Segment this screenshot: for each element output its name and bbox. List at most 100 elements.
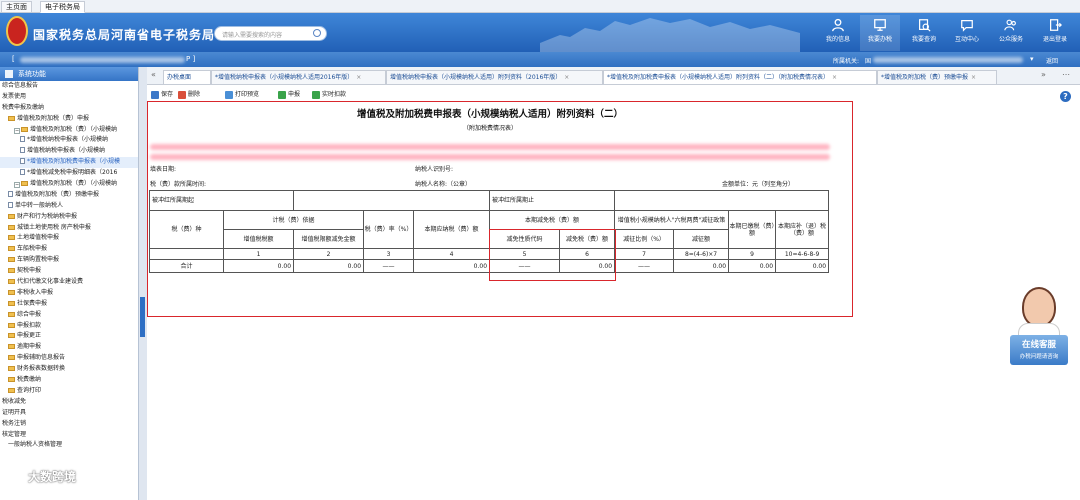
sidebar-item[interactable]: 城镇土地使用税 房产税申报 xyxy=(0,223,138,234)
sidebar-item[interactable]: 非税收入申报 xyxy=(0,288,138,299)
do-tax-button[interactable]: 我要办税 xyxy=(860,15,900,51)
tab-desktop[interactable]: 办税桌面 xyxy=(163,70,211,84)
sidebar-item[interactable]: 查询打印 xyxy=(0,386,138,397)
online-service-button[interactable]: 在线客服 办税问题请咨询 xyxy=(1010,335,1068,365)
sidebar-item[interactable]: 综合信息报告 xyxy=(0,81,138,92)
sidebar-item[interactable]: − 增值税及附加税（费）（小规模纳 xyxy=(0,125,138,136)
query-button[interactable]: 我要查询 xyxy=(904,15,944,51)
delete-icon xyxy=(178,91,186,99)
sidebar-item[interactable]: 申报辅助信息报告 xyxy=(0,353,138,364)
folder-icon xyxy=(21,126,28,132)
return-button[interactable]: 返回 xyxy=(1046,56,1058,65)
sidebar-item[interactable]: 财产和行为税纳税申报 xyxy=(0,212,138,223)
sidebar-item-label: 税费缴纳 xyxy=(17,376,42,384)
query-icon xyxy=(919,19,931,32)
sidebar-splitter[interactable] xyxy=(139,67,147,500)
sidebar-item[interactable]: 核定管理 xyxy=(0,430,138,441)
close-icon[interactable]: × xyxy=(971,74,976,81)
sidebar-item[interactable]: 税收减免 xyxy=(0,397,138,408)
sidebar-item[interactable]: 契税申报 xyxy=(0,266,138,277)
interaction-center-button[interactable]: 互动中心 xyxy=(947,15,987,51)
help-icon[interactable]: ? xyxy=(1060,91,1071,102)
org-label: 所属机关: xyxy=(833,58,860,65)
sidebar-item-label: *增值税及附加税费申报表（小规模 xyxy=(27,158,121,166)
service-avatar xyxy=(1022,287,1056,327)
print-icon xyxy=(225,91,233,99)
folder-icon xyxy=(8,268,15,274)
tab-e-tax-bureau[interactable]: 电子税务局 xyxy=(40,1,85,13)
tab-surcharge-attachment[interactable]: *增值税及附加税费申报表（小规模纳税人适用）附列资料（二）（附加税费情况表） × xyxy=(603,70,877,84)
monitor-icon xyxy=(874,19,886,31)
user-icon xyxy=(832,18,844,32)
tab-vat-attachment[interactable]: 增值税纳税申报表（小规模纳税人适用）附列资料（2016年版） × xyxy=(386,70,603,84)
sidebar-item[interactable]: *增值税纳税申报表（小规模纳 xyxy=(0,135,138,146)
sidebar-item[interactable]: *增值税减免税申报明细表（2016 xyxy=(0,168,138,179)
sidebar-item-label: 土地增值税申报 xyxy=(17,234,60,242)
logout-label: 退出登录 xyxy=(1042,36,1067,43)
org-value: 国 xyxy=(865,58,872,65)
sidebar-item[interactable]: 证明开具 xyxy=(0,408,138,419)
tab-prev-button[interactable]: « xyxy=(151,70,156,79)
sidebar-item[interactable]: 土地增值税申报 xyxy=(0,233,138,244)
sidebar-item[interactable]: − 增值税及附加税（费）（小规模纳 xyxy=(0,179,138,190)
sidebar-item[interactable]: 车辆购置税申报 xyxy=(0,255,138,266)
delete-button[interactable]: 删除 xyxy=(178,89,200,101)
sidebar-item[interactable]: 车船税申报 xyxy=(0,244,138,255)
print-preview-label: 打印预览 xyxy=(235,91,260,98)
sidebar-item[interactable]: 发票使用 xyxy=(0,92,138,103)
sidebar: 系统功能 综合信息报告 发票使用 税费申报及缴纳 增值税及附加税（费）申报 − 增值税及附… xyxy=(0,67,139,500)
print-preview-button[interactable]: 打印预览 xyxy=(225,89,259,101)
search-icon[interactable] xyxy=(313,29,321,37)
delete-label: 删除 xyxy=(188,91,201,98)
my-info-button[interactable]: 我的信息 xyxy=(818,15,858,51)
sidebar-item-label: 车船税申报 xyxy=(17,245,48,253)
sidebar-item-label: 申报扣款 xyxy=(17,321,42,329)
page-tab-bar: « 办税桌面 *增值税纳税申报表（小规模纳税人适用2016年版） × 增值税纳税申… xyxy=(147,67,1080,85)
sidebar-item[interactable]: 社保费申报 xyxy=(0,299,138,310)
sidebar-item[interactable]: 单中转一般纳税人 xyxy=(0,201,138,212)
sidebar-item[interactable]: 逾期申报 xyxy=(0,342,138,353)
close-icon[interactable]: × xyxy=(564,74,569,81)
form-toolbar: 保存 删除 打印预览 申报 实时扣款 xyxy=(147,89,1080,101)
close-icon[interactable]: × xyxy=(832,74,837,81)
redacted-user-info xyxy=(20,57,185,63)
tab-more-button[interactable]: ⋯ xyxy=(1062,70,1070,79)
sidebar-item[interactable]: 税费缴纳 xyxy=(0,375,138,386)
search-input[interactable]: 请输入需要搜索的内容 xyxy=(214,26,327,41)
sidebar-item[interactable]: 申报更正 xyxy=(0,331,138,342)
sidebar-item[interactable]: 综合申报 xyxy=(0,310,138,321)
sidebar-item[interactable]: 一般纳税人资格管理 xyxy=(0,440,138,451)
tab-home-page[interactable]: 主页面 xyxy=(1,1,32,13)
expand-icon[interactable]: − xyxy=(14,182,20,189)
folder-icon xyxy=(8,355,15,361)
tab-prepay[interactable]: *增值税及附加税（费）预缴申报 × xyxy=(877,70,997,84)
submit-label: 申报 xyxy=(288,91,301,98)
sidebar-item[interactable]: 增值税及附加税（费）申报 xyxy=(0,114,138,125)
sidebar-item[interactable]: 税费申报及缴纳 xyxy=(0,103,138,114)
expand-icon[interactable]: − xyxy=(14,127,20,134)
sidebar-item[interactable]: 增值税及附加税（费）预缴申报 xyxy=(0,190,138,201)
sidebar-item[interactable]: *增值税及附加税费申报表（小规模 xyxy=(0,157,138,169)
chat-icon xyxy=(961,20,973,32)
save-button[interactable]: 保存 xyxy=(151,89,173,101)
public-service-button[interactable]: 公众服务 xyxy=(991,15,1031,51)
realtime-deduct-button[interactable]: 实时扣款 xyxy=(312,89,346,101)
sidebar-item[interactable]: 增值税纳税申报表（小规模纳 xyxy=(0,146,138,157)
chevron-down-icon[interactable]: ▾ xyxy=(1030,55,1034,63)
tab-vat-return[interactable]: *增值税纳税申报表（小规模纳税人适用2016年版） × xyxy=(211,70,386,84)
sidebar-item[interactable]: 财务报表数据转换 xyxy=(0,364,138,375)
sidebar-item[interactable]: 申报扣款 xyxy=(0,321,138,332)
tab-label: 增值税纳税申报表（小规模纳税人适用）附列资料（2016年版） xyxy=(390,74,562,81)
do-tax-label: 我要办税 xyxy=(867,36,892,43)
folder-icon xyxy=(8,279,15,285)
logout-button[interactable]: 退出登录 xyxy=(1035,15,1075,51)
collapse-handle[interactable] xyxy=(140,297,145,337)
submit-button[interactable]: 申报 xyxy=(278,89,300,101)
online-service-widget[interactable]: 在线客服 办税问题请咨询 xyxy=(1010,287,1068,367)
sidebar-item[interactable]: 代扣代缴文化事业建设费 xyxy=(0,277,138,288)
sidebar-item[interactable]: 税务注销 xyxy=(0,419,138,430)
close-icon[interactable]: × xyxy=(356,74,361,81)
sidebar-item-label: 增值税纳税申报表（小规模纳 xyxy=(27,147,106,155)
realtime-deduct-label: 实时扣款 xyxy=(322,91,347,98)
tab-next-button[interactable]: » xyxy=(1041,70,1046,79)
